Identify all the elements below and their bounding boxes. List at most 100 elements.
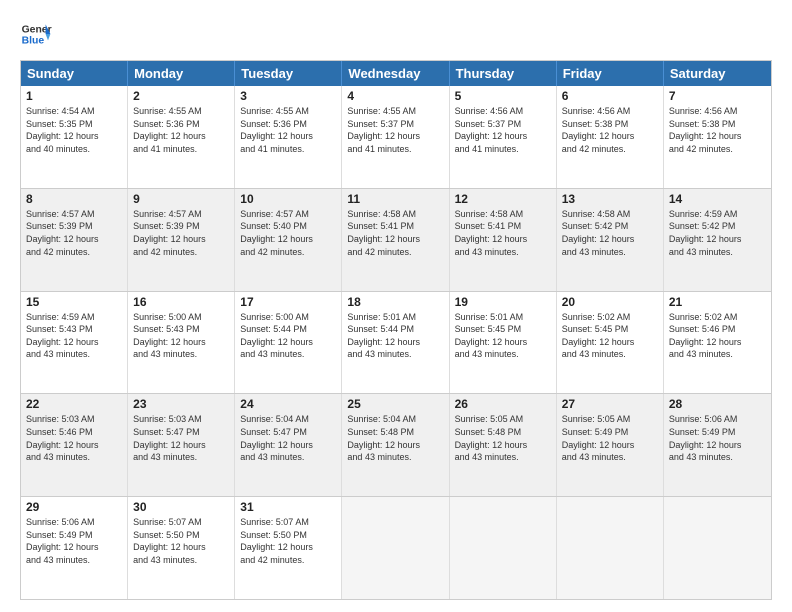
cell-info: Sunrise: 4:55 AMSunset: 5:36 PMDaylight:… — [133, 105, 229, 155]
day-number: 20 — [562, 295, 658, 309]
weekday-header-thursday: Thursday — [450, 61, 557, 86]
day-cell-5: 5Sunrise: 4:56 AMSunset: 5:37 PMDaylight… — [450, 86, 557, 188]
day-number: 4 — [347, 89, 443, 103]
weekday-header-tuesday: Tuesday — [235, 61, 342, 86]
day-cell-1: 1 Sunrise: 4:54 AMSunset: 5:35 PMDaylight… — [21, 86, 128, 188]
day-number: 11 — [347, 192, 443, 206]
day-number: 26 — [455, 397, 551, 411]
cell-info: Sunrise: 4:59 AMSunset: 5:42 PMDaylight:… — [669, 208, 766, 258]
day-number: 22 — [26, 397, 122, 411]
cell-info: Sunrise: 4:54 AMSunset: 5:35 PMDaylight:… — [26, 105, 122, 155]
cell-info: Sunrise: 4:56 AMSunset: 5:38 PMDaylight:… — [562, 105, 658, 155]
day-number: 1 — [26, 89, 122, 103]
day-cell-17: 17Sunrise: 5:00 AMSunset: 5:44 PMDayligh… — [235, 292, 342, 394]
day-cell-29: 29 Sunrise: 5:06 AMSunset: 5:49 PMDayligh… — [21, 497, 128, 599]
day-number: 16 — [133, 295, 229, 309]
day-cell-30: 30 Sunrise: 5:07 AMSunset: 5:50 PMDayligh… — [128, 497, 235, 599]
day-cell-24: 24Sunrise: 5:04 AMSunset: 5:47 PMDayligh… — [235, 394, 342, 496]
cell-info: Sunrise: 4:56 AMSunset: 5:38 PMDaylight:… — [669, 105, 766, 155]
cell-info: Sunrise: 5:07 AMSunset: 5:50 PMDaylight:… — [133, 516, 229, 566]
cell-info: Sunrise: 4:58 AMSunset: 5:41 PMDaylight:… — [347, 208, 443, 258]
cell-info: Sunrise: 5:04 AMSunset: 5:48 PMDaylight:… — [347, 413, 443, 463]
day-cell-10: 10Sunrise: 4:57 AMSunset: 5:40 PMDayligh… — [235, 189, 342, 291]
day-number: 14 — [669, 192, 766, 206]
weekday-header-sunday: Sunday — [21, 61, 128, 86]
day-cell-25: 25 Sunrise: 5:04 AMSunset: 5:48 PMDayligh… — [342, 394, 449, 496]
weekday-header-monday: Monday — [128, 61, 235, 86]
day-number: 15 — [26, 295, 122, 309]
empty-cell — [664, 497, 771, 599]
day-number: 23 — [133, 397, 229, 411]
day-cell-8: 8Sunrise: 4:57 AMSunset: 5:39 PMDaylight… — [21, 189, 128, 291]
calendar-row-4: 22 Sunrise: 5:03 AMSunset: 5:46 PMDayligh… — [21, 393, 771, 496]
cell-info: Sunrise: 5:05 AMSunset: 5:48 PMDaylight:… — [455, 413, 551, 463]
logo-icon: General Blue — [20, 18, 52, 50]
cell-info: Sunrise: 5:06 AMSunset: 5:49 PMDaylight:… — [26, 516, 122, 566]
day-number: 12 — [455, 192, 551, 206]
day-cell-21: 21 Sunrise: 5:02 AMSunset: 5:46 PMDayligh… — [664, 292, 771, 394]
day-number: 29 — [26, 500, 122, 514]
cell-info: Sunrise: 4:57 AMSunset: 5:40 PMDaylight:… — [240, 208, 336, 258]
day-number: 30 — [133, 500, 229, 514]
cell-info: Sunrise: 4:58 AMSunset: 5:42 PMDaylight:… — [562, 208, 658, 258]
day-cell-14: 14 Sunrise: 4:59 AMSunset: 5:42 PMDayligh… — [664, 189, 771, 291]
cell-info: Sunrise: 4:55 AMSunset: 5:36 PMDaylight:… — [240, 105, 336, 155]
day-number: 6 — [562, 89, 658, 103]
page: General Blue SundayMondayTuesdayWednesda… — [0, 0, 792, 612]
day-number: 28 — [669, 397, 766, 411]
day-cell-2: 2 Sunrise: 4:55 AMSunset: 5:36 PMDaylight… — [128, 86, 235, 188]
cell-info: Sunrise: 4:57 AMSunset: 5:39 PMDaylight:… — [26, 208, 122, 258]
cell-info: Sunrise: 4:57 AMSunset: 5:39 PMDaylight:… — [133, 208, 229, 258]
day-number: 2 — [133, 89, 229, 103]
cell-info: Sunrise: 4:56 AMSunset: 5:37 PMDaylight:… — [455, 105, 551, 155]
day-cell-23: 23 Sunrise: 5:03 AMSunset: 5:47 PMDayligh… — [128, 394, 235, 496]
empty-cell — [450, 497, 557, 599]
day-number: 18 — [347, 295, 443, 309]
cell-info: Sunrise: 5:07 AMSunset: 5:50 PMDaylight:… — [240, 516, 336, 566]
header: General Blue — [20, 18, 772, 50]
day-cell-6: 6 Sunrise: 4:56 AMSunset: 5:38 PMDaylight… — [557, 86, 664, 188]
day-number: 19 — [455, 295, 551, 309]
day-cell-16: 16 Sunrise: 5:00 AMSunset: 5:43 PMDayligh… — [128, 292, 235, 394]
day-cell-27: 27Sunrise: 5:05 AMSunset: 5:49 PMDayligh… — [557, 394, 664, 496]
day-cell-18: 18 Sunrise: 5:01 AMSunset: 5:44 PMDayligh… — [342, 292, 449, 394]
weekday-header-saturday: Saturday — [664, 61, 771, 86]
cell-info: Sunrise: 5:01 AMSunset: 5:44 PMDaylight:… — [347, 311, 443, 361]
calendar-row-3: 15 Sunrise: 4:59 AMSunset: 5:43 PMDayligh… — [21, 291, 771, 394]
cell-info: Sunrise: 4:59 AMSunset: 5:43 PMDaylight:… — [26, 311, 122, 361]
day-cell-9: 9Sunrise: 4:57 AMSunset: 5:39 PMDaylight… — [128, 189, 235, 291]
logo: General Blue — [20, 18, 52, 50]
day-cell-4: 4Sunrise: 4:55 AMSunset: 5:37 PMDaylight… — [342, 86, 449, 188]
cell-info: Sunrise: 5:02 AMSunset: 5:46 PMDaylight:… — [669, 311, 766, 361]
day-number: 31 — [240, 500, 336, 514]
day-number: 25 — [347, 397, 443, 411]
empty-cell — [557, 497, 664, 599]
day-number: 13 — [562, 192, 658, 206]
day-number: 17 — [240, 295, 336, 309]
cell-info: Sunrise: 5:03 AMSunset: 5:47 PMDaylight:… — [133, 413, 229, 463]
day-cell-31: 31 Sunrise: 5:07 AMSunset: 5:50 PMDayligh… — [235, 497, 342, 599]
day-number: 27 — [562, 397, 658, 411]
day-cell-13: 13 Sunrise: 4:58 AMSunset: 5:42 PMDayligh… — [557, 189, 664, 291]
day-cell-20: 20 Sunrise: 5:02 AMSunset: 5:45 PMDayligh… — [557, 292, 664, 394]
calendar-row-2: 8Sunrise: 4:57 AMSunset: 5:39 PMDaylight… — [21, 188, 771, 291]
day-cell-3: 3Sunrise: 4:55 AMSunset: 5:36 PMDaylight… — [235, 86, 342, 188]
day-number: 21 — [669, 295, 766, 309]
cell-info: Sunrise: 4:58 AMSunset: 5:41 PMDaylight:… — [455, 208, 551, 258]
day-cell-22: 22 Sunrise: 5:03 AMSunset: 5:46 PMDayligh… — [21, 394, 128, 496]
day-cell-26: 26 Sunrise: 5:05 AMSunset: 5:48 PMDayligh… — [450, 394, 557, 496]
calendar: SundayMondayTuesdayWednesdayThursdayFrid… — [20, 60, 772, 600]
svg-text:Blue: Blue — [22, 36, 45, 47]
calendar-header: SundayMondayTuesdayWednesdayThursdayFrid… — [21, 61, 771, 86]
calendar-body: 1 Sunrise: 4:54 AMSunset: 5:35 PMDaylight… — [21, 86, 771, 599]
day-number: 24 — [240, 397, 336, 411]
cell-info: Sunrise: 5:03 AMSunset: 5:46 PMDaylight:… — [26, 413, 122, 463]
cell-info: Sunrise: 5:02 AMSunset: 5:45 PMDaylight:… — [562, 311, 658, 361]
weekday-header-wednesday: Wednesday — [342, 61, 449, 86]
cell-info: Sunrise: 5:00 AMSunset: 5:43 PMDaylight:… — [133, 311, 229, 361]
cell-info: Sunrise: 5:06 AMSunset: 5:49 PMDaylight:… — [669, 413, 766, 463]
calendar-row-5: 29 Sunrise: 5:06 AMSunset: 5:49 PMDayligh… — [21, 496, 771, 599]
day-cell-19: 19Sunrise: 5:01 AMSunset: 5:45 PMDayligh… — [450, 292, 557, 394]
calendar-row-1: 1 Sunrise: 4:54 AMSunset: 5:35 PMDaylight… — [21, 86, 771, 188]
day-number: 7 — [669, 89, 766, 103]
